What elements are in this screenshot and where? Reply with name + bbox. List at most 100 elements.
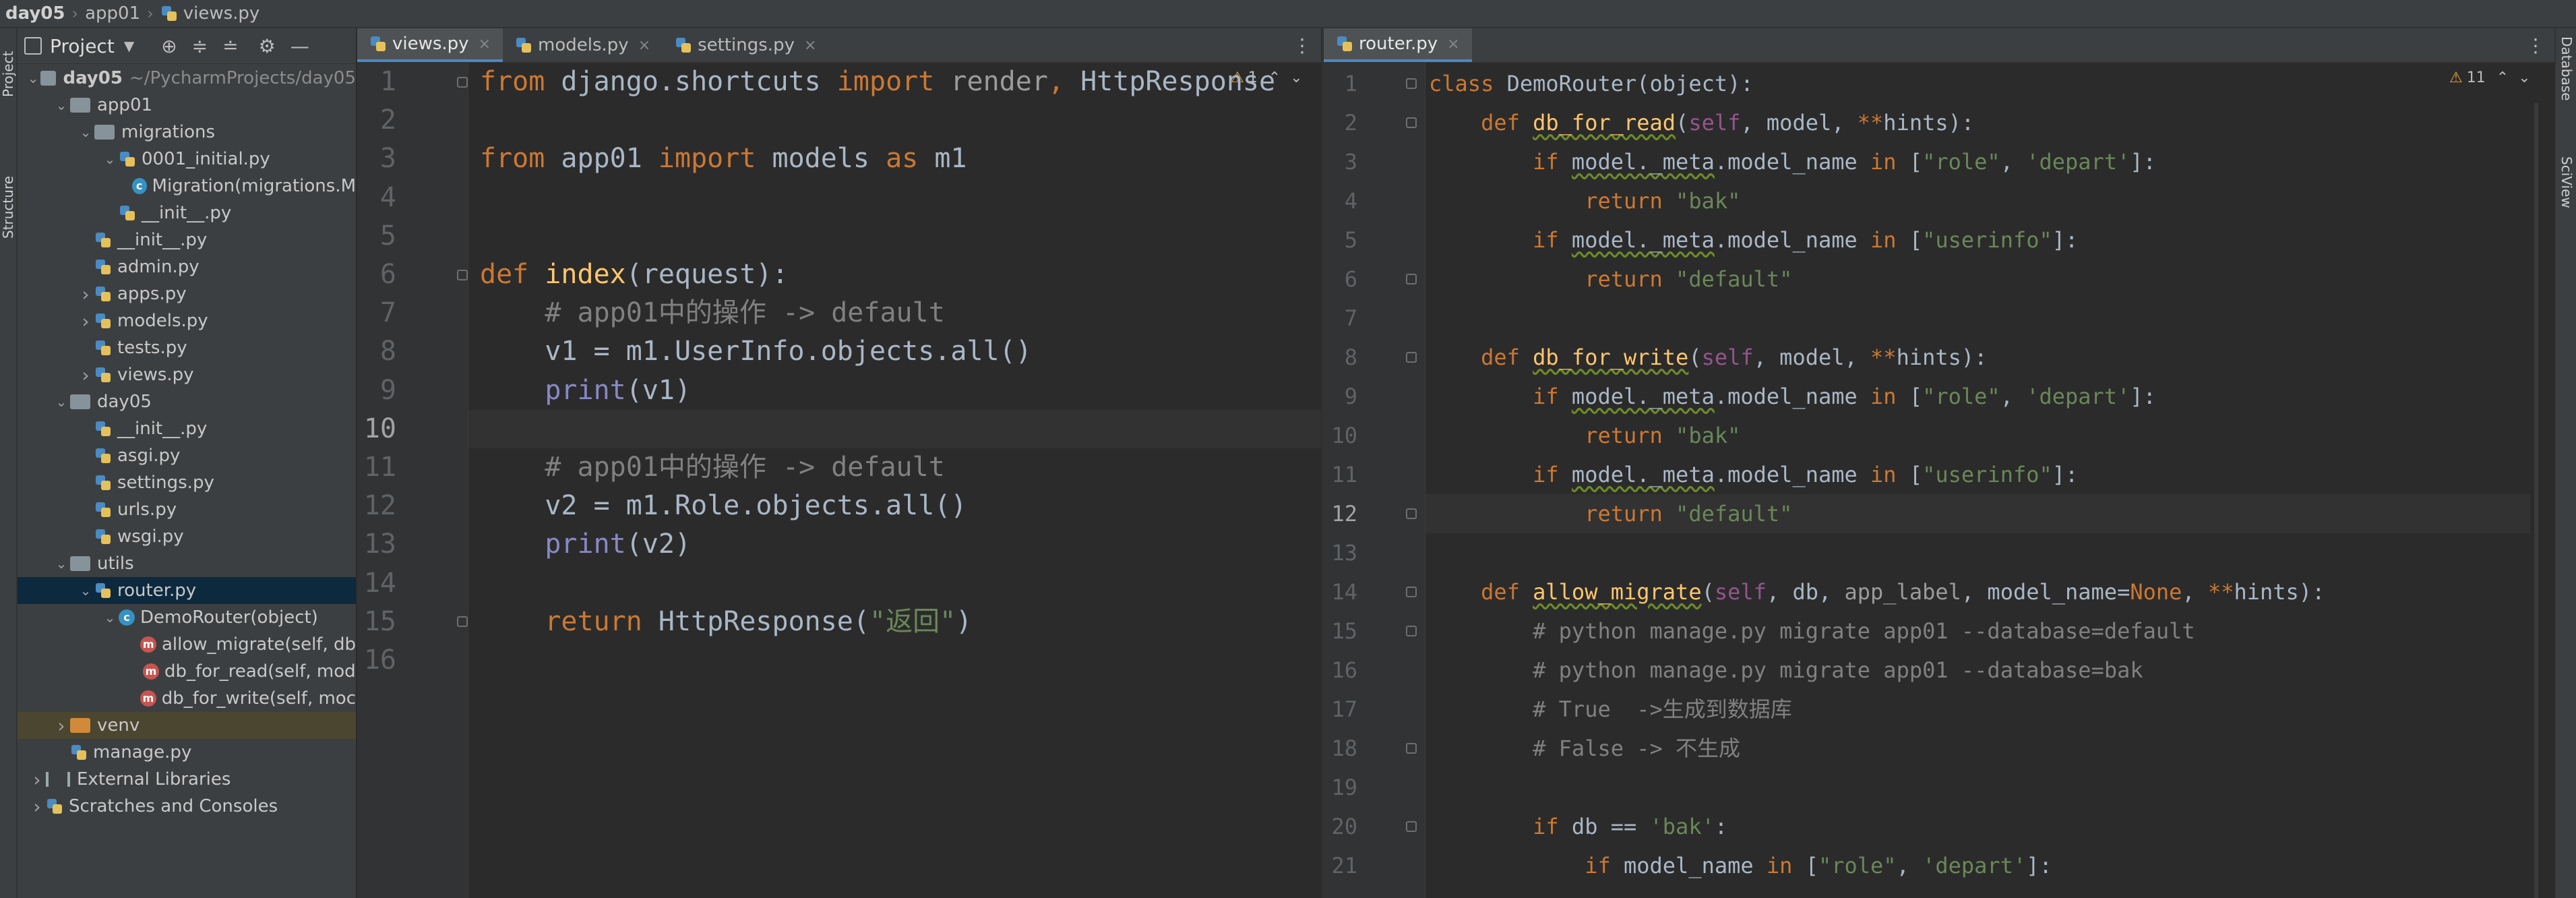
code-token: v1 = m1.UserInfo.objects.all()	[480, 336, 1032, 367]
gear-icon[interactable]: ⚙	[259, 35, 276, 57]
right-code-editor[interactable]: 1 2 3 4 5 6 7 8 9 10 11 12 13 14 15 16 17 18 19 20 21 ⚠ 11 ⌃…	[1324, 63, 2554, 898]
fold-marker-icon[interactable]	[1406, 274, 1417, 285]
tree-item[interactable]: __init__.py	[18, 227, 356, 253]
tree-item[interactable]: › apps.py	[18, 280, 356, 307]
fold-marker-icon[interactable]	[1406, 78, 1417, 89]
tab-router-py[interactable]: router.py ×	[1324, 28, 1472, 62]
tree-item[interactable]: › models.py	[18, 307, 356, 334]
tree-item[interactable]: wsgi.py	[18, 523, 356, 550]
tree-item[interactable]: m db_for_write(self, moc	[18, 685, 356, 712]
locate-icon[interactable]: ⊕	[161, 35, 177, 57]
tree-item[interactable]: c Migration(migrations.M	[18, 173, 356, 200]
tree-item-label: Scratches and Consoles	[69, 796, 278, 816]
tree-item[interactable]: ⌄ 0001_initial.py	[18, 146, 356, 173]
project-tool-tab[interactable]: Project	[0, 34, 16, 115]
chevron-down-icon[interactable]: ⌄	[77, 124, 94, 140]
tree-item[interactable]: urls.py	[18, 496, 356, 523]
code-line: # python manage.py migrate app01 --datab…	[1429, 611, 2195, 651]
line-number: 8	[379, 336, 396, 367]
tree-item[interactable]: ⌄ router.py	[18, 577, 356, 604]
tree-item[interactable]: › Scratches and Consoles	[18, 793, 356, 820]
tree-item[interactable]: › views.py	[18, 361, 356, 388]
code-line: from app01 import models as m1	[480, 140, 967, 178]
tab-models-py[interactable]: models.py ×	[503, 28, 663, 62]
breadcrumb-file[interactable]: views.py	[160, 3, 259, 24]
tree-item[interactable]: m allow_migrate(self, db	[18, 631, 356, 658]
chevron-down-icon[interactable]: ⌄	[101, 151, 119, 167]
tree-item[interactable]: ⌄ utils	[18, 550, 356, 577]
chevron-down-icon[interactable]: ⌄	[26, 70, 40, 86]
fold-marker-icon[interactable]	[1406, 117, 1417, 128]
breadcrumb-project[interactable]: day05	[5, 3, 65, 24]
close-icon[interactable]: ×	[479, 36, 491, 53]
tree-item[interactable]: ⌄ app01	[18, 92, 356, 119]
chevron-down-icon[interactable]: ⌄	[53, 394, 70, 410]
chevron-right-icon[interactable]: ›	[77, 283, 94, 305]
minimize-icon[interactable]: —	[290, 35, 309, 57]
expand-all-icon[interactable]: ≑	[192, 35, 208, 57]
chevron-down-icon[interactable]: ⌄	[1290, 69, 1302, 86]
tree-item[interactable]: ⌄ day05	[18, 388, 356, 415]
tab-settings-py[interactable]: settings.py ×	[663, 28, 828, 62]
database-tool-tab[interactable]: Database	[2558, 36, 2575, 138]
tree-item[interactable]: settings.py	[18, 469, 356, 496]
fold-marker-icon[interactable]	[1406, 743, 1417, 754]
fold-marker-icon[interactable]	[457, 76, 468, 88]
left-code-editor[interactable]: 1 2 3 4 5 6 7 8 9 10 11 12 13 14 15 16 ⚠ 1 ⌃ ⌄ from dja…	[357, 63, 1321, 898]
close-icon[interactable]: ×	[1447, 36, 1459, 53]
fold-marker-icon[interactable]	[1406, 508, 1417, 519]
chevron-down-icon[interactable]: ⌄	[101, 609, 119, 626]
code-token: [	[1909, 462, 1923, 487]
right-inspection-widget[interactable]: ⚠ 11 ⌃ ⌄	[2449, 69, 2531, 86]
chevron-up-icon[interactable]: ⌃	[2496, 69, 2509, 86]
breadcrumb-app01[interactable]: app01	[85, 3, 140, 24]
code-token: db_for_write	[1533, 345, 1689, 370]
tree-item-label: 0001_initial.py	[142, 149, 270, 169]
fold-marker-icon[interactable]	[1406, 587, 1417, 597]
fold-marker-icon[interactable]	[1406, 821, 1417, 832]
code-token: **	[1870, 345, 1897, 370]
chevron-right-icon[interactable]: ›	[28, 796, 46, 818]
chevron-down-icon[interactable]: ⌄	[2518, 69, 2530, 86]
tree-item[interactable]: __init__.py	[18, 415, 356, 442]
tree-item[interactable]: tests.py	[18, 334, 356, 361]
tree-item[interactable]: admin.py	[18, 253, 356, 280]
code-line: print(v1)	[480, 371, 691, 410]
tree-item[interactable]: asgi.py	[18, 442, 356, 469]
fold-marker-icon[interactable]	[457, 616, 468, 628]
chevron-right-icon[interactable]: ›	[77, 364, 94, 386]
tree-item[interactable]: m db_for_read(self, mod	[18, 658, 356, 685]
close-icon[interactable]: ×	[804, 37, 816, 54]
vertical-scrollbar[interactable]	[2534, 103, 2538, 898]
tree-item[interactable]: ⌄ c DemoRouter(object)	[18, 604, 356, 631]
chevron-down-icon[interactable]: ⌄	[53, 556, 70, 572]
tab-views-py[interactable]: views.py ×	[357, 28, 503, 62]
tree-item[interactable]: manage.py	[18, 739, 356, 766]
close-icon[interactable]: ×	[638, 37, 650, 54]
chevron-right-icon[interactable]: ›	[77, 310, 94, 332]
tree-item[interactable]: ⌄ day05 ~/PycharmProjects/day05	[18, 65, 356, 92]
chevron-down-icon[interactable]: ⌄	[53, 97, 70, 113]
code-token: # python manage.py migrate app01 --datab…	[1533, 657, 2143, 683]
chevron-down-icon[interactable]: ▼	[124, 38, 134, 54]
tree-item[interactable]: › External Libraries	[18, 766, 356, 793]
fold-marker-icon[interactable]	[457, 269, 468, 280]
tree-item[interactable]: ⌄ migrations	[18, 119, 356, 146]
project-panel-title[interactable]: Project	[50, 35, 115, 57]
chevron-down-icon[interactable]: ⌄	[77, 582, 94, 599]
structure-tool-tab[interactable]: Structure	[0, 163, 16, 251]
python-file-icon	[119, 204, 136, 222]
tree-item[interactable]: › venv	[18, 712, 356, 739]
sciview-tool-tab[interactable]: SciView	[2558, 156, 2575, 244]
line-number: 18	[1331, 736, 1357, 761]
more-options-icon[interactable]: ⋮	[2517, 28, 2554, 62]
more-options-icon[interactable]: ⋮	[1283, 28, 1321, 62]
collapse-all-icon[interactable]: ≐	[222, 35, 238, 57]
fold-marker-icon[interactable]	[1406, 352, 1417, 363]
chevron-right-icon[interactable]: ›	[53, 715, 70, 737]
fold-marker-icon[interactable]	[1406, 626, 1417, 636]
code-token: if	[1533, 814, 1572, 839]
chevron-right-icon[interactable]: ›	[28, 769, 46, 791]
tree-item[interactable]: __init__.py	[18, 200, 356, 227]
